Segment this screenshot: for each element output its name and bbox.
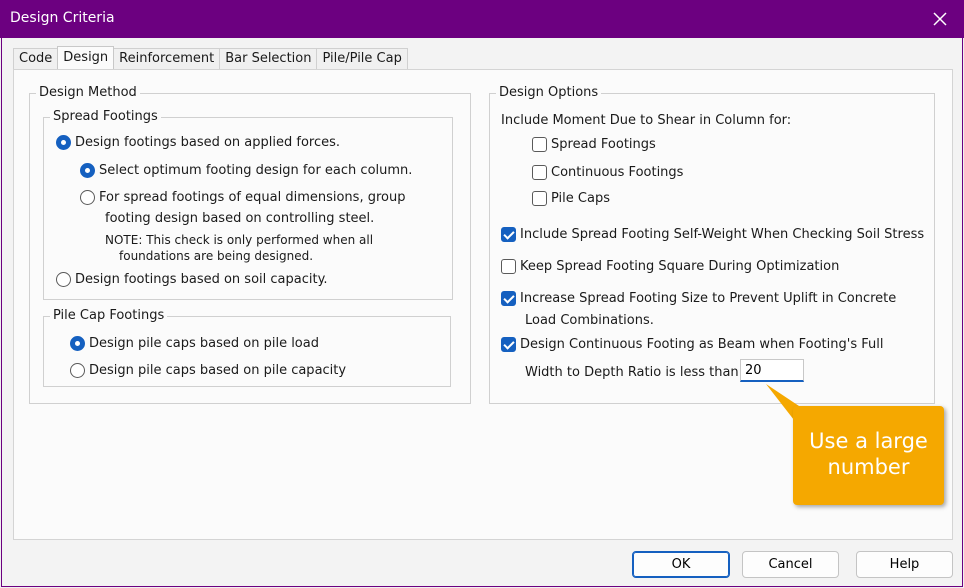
checkbox-indicator xyxy=(532,191,547,206)
tab-reinforcement[interactable]: Reinforcement xyxy=(113,48,221,69)
callout-note: Use a large number xyxy=(793,406,944,505)
note-line-1: NOTE: This check is only performed when … xyxy=(105,233,374,247)
checkbox-moment-continuous-label: Continuous Footings xyxy=(551,165,684,180)
checkbox-indicator xyxy=(532,165,547,180)
tab-strip: Code Design Reinforcement Bar Selection … xyxy=(13,46,408,69)
callout-line-2: number xyxy=(827,455,910,479)
tab-pile-cap[interactable]: Pile/Pile Cap xyxy=(316,48,408,69)
radio-soil-capacity[interactable]: Design footings based on soil capacity. xyxy=(56,272,328,287)
callout-line-1: Use a large xyxy=(809,429,928,453)
width-depth-ratio-input[interactable] xyxy=(740,359,804,382)
radio-indicator xyxy=(56,135,71,150)
help-button[interactable]: Help xyxy=(856,551,953,578)
checkbox-indicator xyxy=(532,137,547,152)
note-line-2: foundations are being designed. xyxy=(119,249,314,263)
radio-soil-capacity-label: Design footings based on soil capacity. xyxy=(75,272,328,287)
checkbox-moment-continuous[interactable]: Continuous Footings xyxy=(532,165,683,180)
window-title: Design Criteria xyxy=(10,10,115,26)
tab-code[interactable]: Code xyxy=(13,48,59,69)
radio-equal-dimensions[interactable]: For spread footings of equal dimensions,… xyxy=(80,190,405,205)
checkbox-keep-square[interactable]: Keep Spread Footing Square During Optimi… xyxy=(501,259,839,274)
radio-pile-capacity-label: Design pile caps based on pile capacity xyxy=(89,363,347,378)
design-options-group: Design Options Include Moment Due to She… xyxy=(489,85,935,404)
tab-design[interactable]: Design xyxy=(57,46,115,69)
radio-applied-forces[interactable]: Design footings based on applied forces. xyxy=(56,135,340,150)
design-method-label: Design Method xyxy=(36,85,140,101)
checkbox-increase-size[interactable]: Increase Spread Footing Size to Prevent … xyxy=(501,291,896,306)
radio-indicator xyxy=(70,336,85,351)
checkbox-self-weight[interactable]: Include Spread Footing Self-Weight When … xyxy=(501,227,924,242)
design-options-label: Design Options xyxy=(496,85,602,101)
checkbox-indicator xyxy=(501,291,516,306)
pile-cap-footings-group: Pile Cap Footings Design pile caps based… xyxy=(43,308,451,387)
width-depth-label: Width to Depth Ratio is less than: xyxy=(525,365,744,380)
checkbox-increase-size-label-line2: Load Combinations. xyxy=(525,313,654,328)
include-moment-label: Include Moment Due to Shear in Column fo… xyxy=(501,113,792,128)
radio-optimum[interactable]: Select optimum footing design for each c… xyxy=(80,163,412,178)
checkbox-indicator xyxy=(501,259,516,274)
checkbox-continuous-beam-label: Design Continuous Footing as Beam when F… xyxy=(520,337,884,352)
radio-pile-load[interactable]: Design pile caps based on pile load xyxy=(70,336,319,351)
checkbox-keep-square-label: Keep Spread Footing Square During Optimi… xyxy=(520,259,840,274)
design-method-group: Design Method Spread Footings Design foo… xyxy=(29,85,471,404)
pile-cap-footings-label: Pile Cap Footings xyxy=(50,308,168,324)
radio-indicator xyxy=(56,272,71,287)
radio-optimum-label: Select optimum footing design for each c… xyxy=(99,163,413,178)
checkbox-moment-spread-label: Spread Footings xyxy=(551,137,656,152)
tab-bar-selection[interactable]: Bar Selection xyxy=(219,48,318,69)
radio-indicator xyxy=(70,363,85,378)
ok-button[interactable]: OK xyxy=(632,551,730,578)
radio-pile-load-label: Design pile caps based on pile load xyxy=(89,336,319,351)
radio-pile-capacity[interactable]: Design pile caps based on pile capacity xyxy=(70,363,346,378)
checkbox-moment-pile-caps-label: Pile Caps xyxy=(551,191,610,206)
title-bar: Design Criteria xyxy=(0,0,964,38)
checkbox-moment-pile-caps[interactable]: Pile Caps xyxy=(532,191,610,206)
radio-equal-dimensions-label: For spread footings of equal dimensions,… xyxy=(99,190,406,205)
checkbox-indicator xyxy=(501,227,516,242)
spread-footings-label: Spread Footings xyxy=(50,109,161,125)
radio-applied-forces-label: Design footings based on applied forces. xyxy=(75,135,341,150)
radio-equal-dimensions-label-line2: footing design based on controlling stee… xyxy=(105,211,375,226)
checkbox-self-weight-label: Include Spread Footing Self-Weight When … xyxy=(520,227,925,242)
checkbox-continuous-beam[interactable]: Design Continuous Footing as Beam when F… xyxy=(501,337,883,352)
spread-footings-group: Spread Footings Design footings based on… xyxy=(43,109,453,300)
cancel-button[interactable]: Cancel xyxy=(742,551,839,578)
radio-indicator xyxy=(80,163,95,178)
radio-indicator xyxy=(80,190,95,205)
checkbox-indicator xyxy=(501,337,516,352)
checkbox-increase-size-label: Increase Spread Footing Size to Prevent … xyxy=(520,291,897,306)
checkbox-moment-spread[interactable]: Spread Footings xyxy=(532,137,656,152)
close-icon[interactable] xyxy=(930,9,950,29)
